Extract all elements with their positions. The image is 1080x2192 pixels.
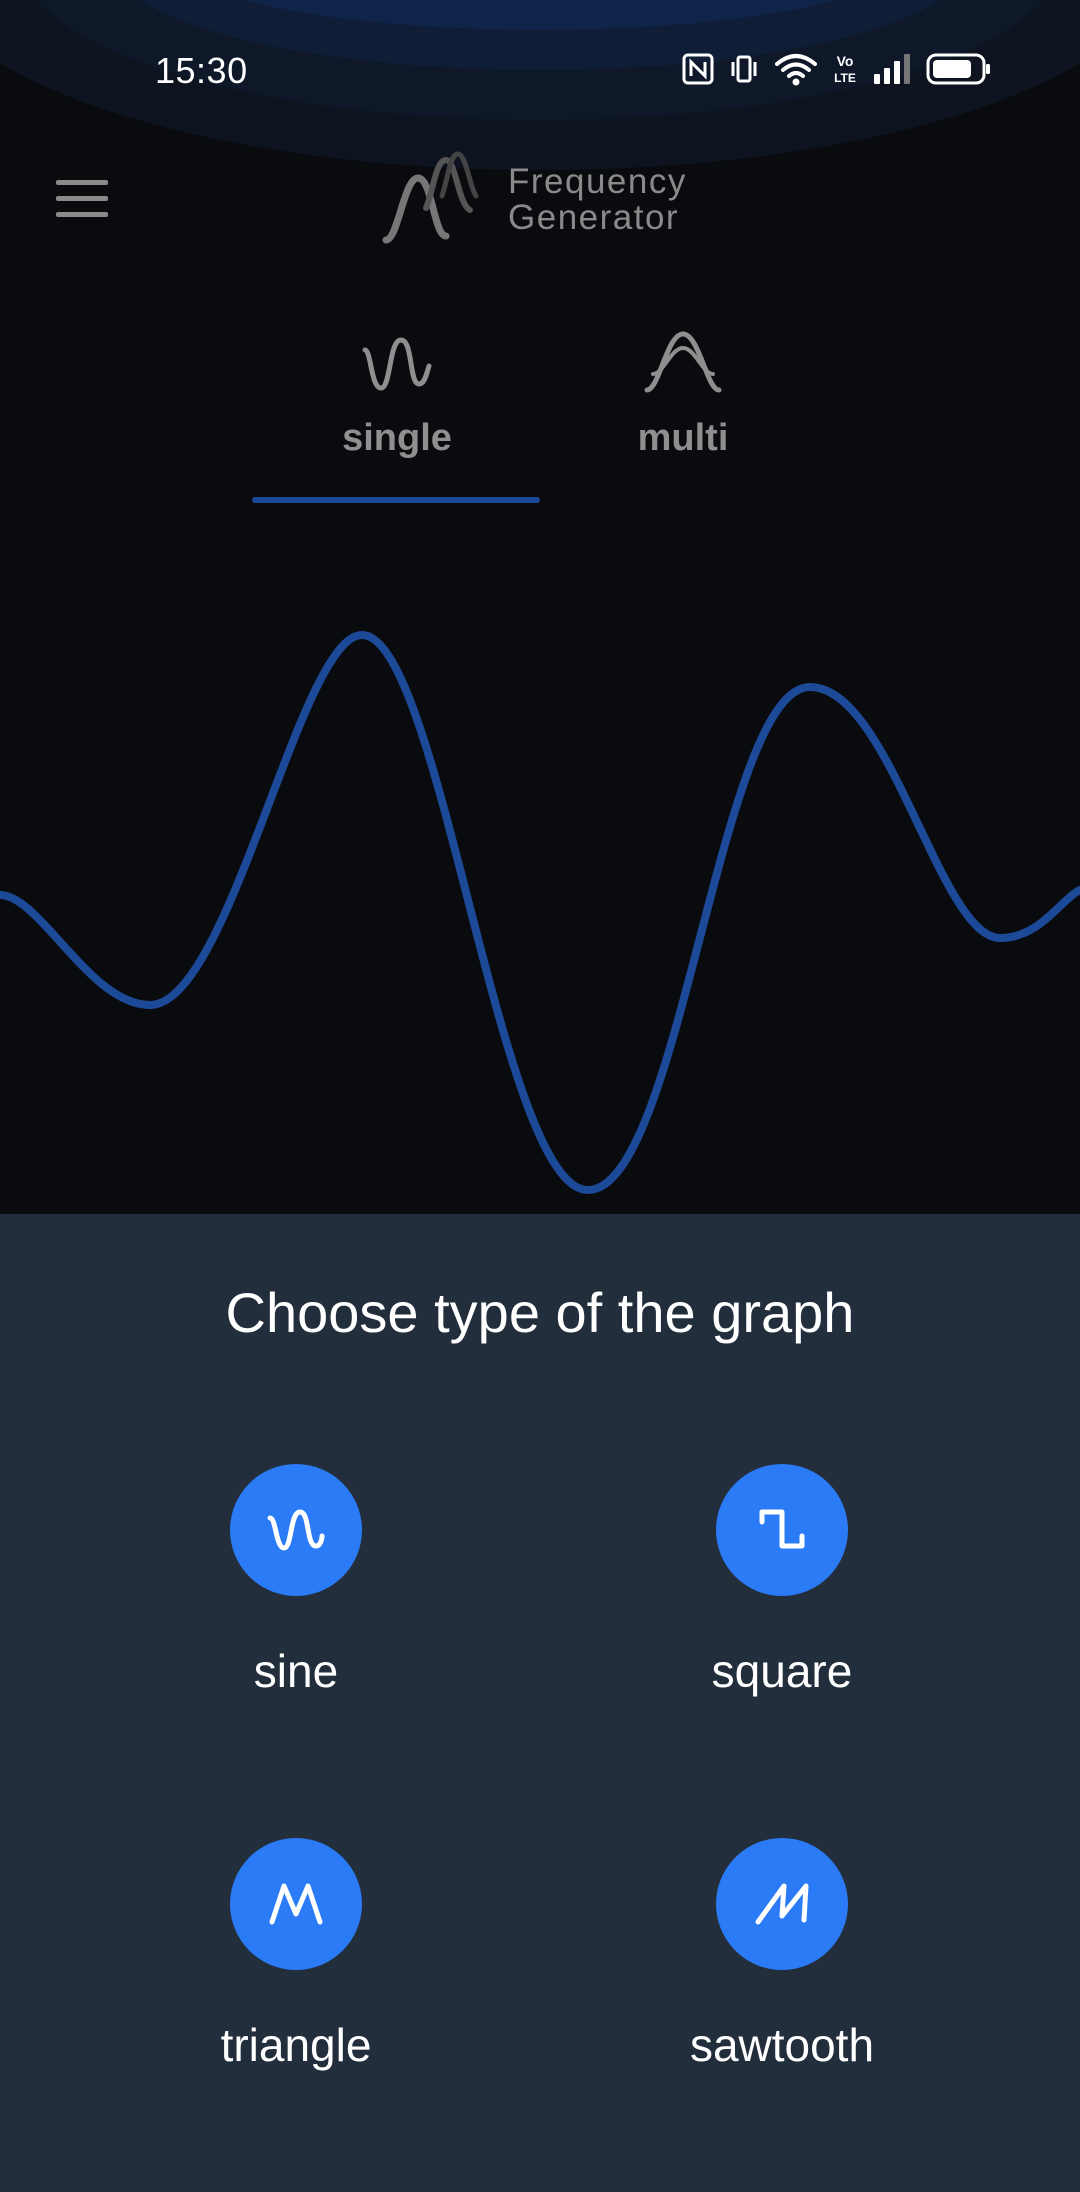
tab-selected-indicator — [252, 497, 540, 503]
waveform-line — [0, 630, 1080, 1195]
status-bar: 15:30 Vo LTE — [0, 0, 1080, 140]
single-wave-icon — [362, 337, 432, 391]
sine-wave-icon — [267, 1509, 325, 1551]
triangle-wave-icon — [269, 1883, 323, 1925]
tab-single[interactable]: single — [252, 300, 542, 500]
tab-label: multi — [637, 417, 729, 459]
triangle-option[interactable]: triangle — [146, 1838, 446, 2098]
sine-button[interactable] — [230, 1464, 362, 1596]
sawtooth-button[interactable] — [716, 1838, 848, 1970]
triangle-button[interactable] — [230, 1838, 362, 1970]
logo-text: Frequency Generator — [508, 164, 687, 236]
menu-bar-line — [56, 196, 108, 201]
logo-line-1: Frequency — [508, 162, 687, 201]
hamburger-menu-icon[interactable] — [52, 176, 116, 222]
wifi-icon — [774, 52, 818, 86]
svg-text:LTE: LTE — [834, 71, 856, 85]
tab-multi[interactable]: multi — [538, 300, 828, 500]
sawtooth-wave-icon — [755, 1883, 809, 1925]
multi-wave-icon — [644, 331, 722, 393]
sine-option[interactable]: sine — [146, 1464, 446, 1724]
svg-text:Vo: Vo — [837, 53, 854, 69]
vibrate-icon — [728, 53, 760, 85]
option-label: sine — [253, 1645, 339, 1697]
volte-icon: Vo LTE — [832, 52, 858, 86]
app-logo: Frequency Generator — [380, 148, 720, 248]
menu-bar-line — [56, 212, 108, 217]
graph-type-sheet: Choose type of the graph sine square tri… — [0, 1214, 1080, 2192]
battery-icon — [926, 53, 992, 85]
tab-label: single — [342, 417, 452, 459]
logo-wave-icon — [382, 151, 479, 244]
square-option[interactable]: square — [632, 1464, 932, 1724]
mode-tabs: single multi — [0, 300, 1080, 510]
nfc-icon — [682, 53, 714, 85]
option-label: triangle — [220, 2019, 372, 2071]
option-label: square — [711, 1645, 853, 1697]
sawtooth-option[interactable]: sawtooth — [632, 1838, 932, 2098]
app-screen: 15:30 Vo LTE Frequency Generator single … — [0, 0, 1080, 2192]
menu-bar-line — [56, 180, 108, 185]
square-wave-icon — [759, 1509, 805, 1549]
square-button[interactable] — [716, 1464, 848, 1596]
status-icons: Vo LTE — [682, 52, 992, 86]
sheet-title: Choose type of the graph — [225, 1281, 855, 1344]
signal-icon — [872, 54, 912, 84]
waveform-display — [0, 630, 1080, 1195]
status-time: 15:30 — [155, 50, 248, 91]
option-label: sawtooth — [689, 2019, 875, 2071]
logo-line-2: Generator — [508, 198, 680, 237]
